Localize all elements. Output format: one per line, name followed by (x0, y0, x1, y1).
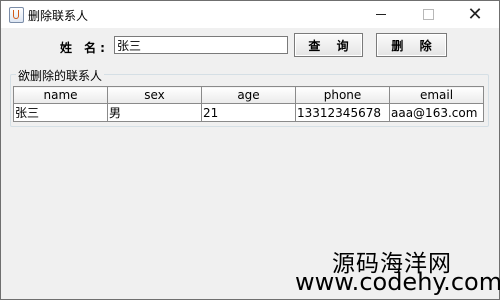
watermark-url: www.codehy.com (295, 268, 500, 296)
name-input[interactable] (114, 36, 288, 54)
delete-button[interactable]: 删 除 (376, 33, 447, 57)
table-row[interactable]: 张三 男 21 13312345678 aaa@163.com (13, 103, 484, 122)
cell-name[interactable]: 张三 (13, 103, 108, 122)
java-icon (9, 7, 24, 23)
column-header-age[interactable]: age (201, 86, 296, 104)
minimize-icon (376, 14, 386, 15)
table-header-row: name sex age phone email (13, 86, 484, 104)
window-title: 删除联系人 (28, 9, 89, 23)
cell-email[interactable]: aaa@163.com (389, 103, 484, 122)
cell-age[interactable]: 21 (201, 103, 296, 122)
contact-group-title: 欲删除的联系人 (16, 67, 105, 84)
minimize-button[interactable] (358, 1, 404, 28)
column-header-name[interactable]: name (13, 86, 108, 104)
title-bar: 删除联系人 ✕ (1, 1, 499, 28)
search-button[interactable]: 查 询 (294, 33, 363, 57)
close-button[interactable]: ✕ (452, 1, 498, 28)
cell-phone[interactable]: 13312345678 (295, 103, 390, 122)
name-label: 姓 名: (60, 41, 109, 55)
delete-contact-window: 删除联系人 ✕ 姓 名: 查 询 删 除 欲删除的联系人 name sex ag… (0, 0, 500, 300)
contact-table: name sex age phone email 张三 男 21 1331234… (13, 86, 484, 122)
column-header-sex[interactable]: sex (107, 86, 202, 104)
maximize-icon (422, 9, 434, 20)
cell-sex[interactable]: 男 (107, 103, 202, 122)
column-header-email[interactable]: email (389, 86, 484, 104)
column-header-phone[interactable]: phone (295, 86, 390, 104)
maximize-button[interactable] (405, 1, 451, 28)
